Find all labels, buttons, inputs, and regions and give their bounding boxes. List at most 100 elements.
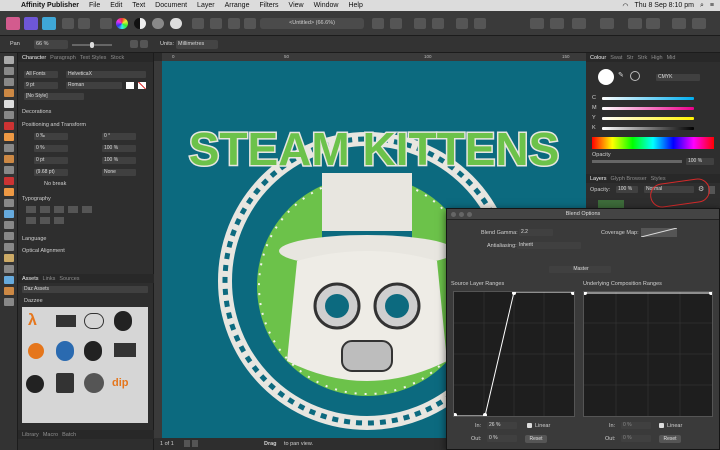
order-icon[interactable]: [474, 18, 486, 29]
zoom-slider-handle[interactable]: [90, 42, 94, 48]
asset-item[interactable]: [84, 313, 104, 329]
style-select[interactable]: [No Style]: [24, 93, 84, 100]
colour-spectrum[interactable]: [592, 137, 714, 149]
place-tool-icon[interactable]: [4, 221, 14, 229]
tab-sources[interactable]: Sources: [59, 276, 79, 282]
picture-frame-icon[interactable]: [210, 18, 222, 29]
tab-text-styles[interactable]: Text Styles: [80, 55, 107, 61]
picker-tool-icon[interactable]: [4, 243, 14, 251]
snap-settings-icon[interactable]: [646, 18, 660, 29]
vertical-scale-field[interactable]: 100 %: [102, 157, 136, 164]
underlying-linear-checkbox[interactable]: [659, 423, 664, 428]
search-icon[interactable]: ⌕: [700, 2, 704, 10]
vector-crop-tool-icon[interactable]: [4, 287, 14, 295]
grid-icon[interactable]: [62, 18, 74, 29]
vertical-ruler[interactable]: [154, 61, 162, 450]
menu-arrange[interactable]: Arrange: [220, 2, 255, 9]
menu-view[interactable]: View: [284, 2, 309, 9]
tab-swatches[interactable]: Swat: [610, 55, 622, 61]
horizontal-scale-field[interactable]: 100 %: [102, 145, 136, 152]
eyedropper-icon[interactable]: ✎: [618, 71, 626, 79]
brush-tool-icon[interactable]: [4, 155, 14, 163]
wifi-icon[interactable]: ◠: [622, 2, 628, 10]
align-icon[interactable]: [414, 18, 426, 29]
zoom-select[interactable]: 66 %: [34, 40, 68, 49]
asset-item[interactable]: [56, 341, 74, 361]
preview-mode-icon[interactable]: [390, 18, 402, 29]
tab-mid[interactable]: Mid: [667, 55, 676, 61]
layer-opacity-field[interactable]: 100 %: [616, 186, 638, 193]
move-tool-icon[interactable]: [4, 56, 14, 64]
asset-item[interactable]: [114, 311, 132, 331]
tracking-field[interactable]: 0 %: [34, 145, 68, 152]
tab-links[interactable]: Links: [43, 276, 56, 282]
contrast-icon[interactable]: [134, 18, 146, 29]
gamma-field[interactable]: 2.2: [519, 229, 553, 236]
typo-button[interactable]: [26, 206, 36, 213]
frame-icon[interactable]: [78, 18, 90, 29]
menu-app-name[interactable]: Affinity Publisher: [16, 2, 84, 9]
opacity-field[interactable]: 100 %: [686, 158, 714, 165]
underlying-range-graph[interactable]: [583, 291, 713, 417]
hand-tool-icon[interactable]: [4, 254, 14, 262]
menu-layer[interactable]: Layer: [192, 2, 220, 9]
node-tool-icon[interactable]: [4, 67, 14, 75]
crop-tool-icon[interactable]: [4, 166, 14, 174]
asset-item[interactable]: [56, 315, 76, 327]
tab-high[interactable]: High: [651, 55, 662, 61]
positioning-section[interactable]: Positioning and Transform: [22, 122, 86, 128]
optical-alignment-section[interactable]: Optical Alignment: [22, 248, 65, 254]
ellipse-tool-icon[interactable]: [4, 265, 14, 273]
asset-item[interactable]: [84, 373, 104, 393]
fill-tool-icon[interactable]: [4, 177, 14, 185]
share-icon[interactable]: [672, 18, 686, 29]
minimize-icon[interactable]: [459, 212, 464, 217]
menu-help[interactable]: Help: [343, 2, 367, 9]
stroke-swatch[interactable]: [630, 71, 640, 81]
source-range-graph[interactable]: [453, 291, 575, 417]
tab-colour[interactable]: Colour: [590, 55, 606, 61]
source-linear-checkbox[interactable]: [527, 423, 532, 428]
highlight-none-swatch[interactable]: [138, 82, 146, 89]
no-break-label[interactable]: No break: [44, 181, 66, 187]
wrap-icon[interactable]: [600, 18, 614, 29]
leading-field[interactable]: (9.68 pt): [34, 169, 68, 176]
node-icon[interactable]: [456, 18, 468, 29]
opacity-slider[interactable]: [592, 160, 682, 163]
zoom-tool-icon[interactable]: [4, 276, 14, 284]
menu-edit[interactable]: Edit: [105, 2, 127, 9]
text-frame-icon[interactable]: [192, 18, 204, 29]
menu-window[interactable]: Window: [309, 2, 344, 9]
link-icon[interactable]: [244, 18, 256, 29]
picture-tool-icon[interactable]: [4, 210, 14, 218]
zoom-out-icon[interactable]: [130, 40, 138, 48]
typo-button[interactable]: [40, 217, 50, 224]
adjust-icon[interactable]: [152, 18, 164, 29]
tab-paragraph[interactable]: Paragraph: [50, 55, 76, 61]
colour-picker-tool-icon[interactable]: [4, 298, 14, 306]
source-reset-button[interactable]: Reset: [525, 435, 547, 443]
asset-item[interactable]: [26, 375, 44, 393]
erase-tool-icon[interactable]: [4, 188, 14, 196]
colour-model-select[interactable]: CMYK: [656, 74, 700, 81]
menu-list-icon[interactable]: ≡: [710, 2, 714, 9]
tab-assets[interactable]: Assets: [22, 276, 39, 282]
table-tool-icon[interactable]: [4, 122, 14, 130]
menu-filters[interactable]: Filters: [254, 2, 283, 9]
asset-item[interactable]: dip: [112, 377, 136, 389]
asset-item[interactable]: [28, 343, 44, 359]
asset-item[interactable]: [84, 341, 102, 361]
rotation-field[interactable]: 0 °: [102, 133, 136, 140]
cyan-slider[interactable]: [602, 97, 694, 100]
font-family-select[interactable]: HelveticaX: [66, 71, 146, 78]
tab-library[interactable]: Library: [22, 432, 39, 438]
prev-page-icon[interactable]: [184, 440, 190, 447]
close-icon[interactable]: [451, 212, 456, 217]
transform-icon[interactable]: [432, 18, 444, 29]
font-style-select[interactable]: Roman: [66, 82, 122, 89]
font-size-field[interactable]: 9 pt: [24, 82, 58, 89]
font-collection-select[interactable]: All Fonts: [24, 71, 58, 78]
underlying-reset-button[interactable]: Reset: [659, 435, 681, 443]
rectangle-tool-icon[interactable]: [4, 144, 14, 152]
tab-stock[interactable]: Stock: [110, 55, 124, 61]
